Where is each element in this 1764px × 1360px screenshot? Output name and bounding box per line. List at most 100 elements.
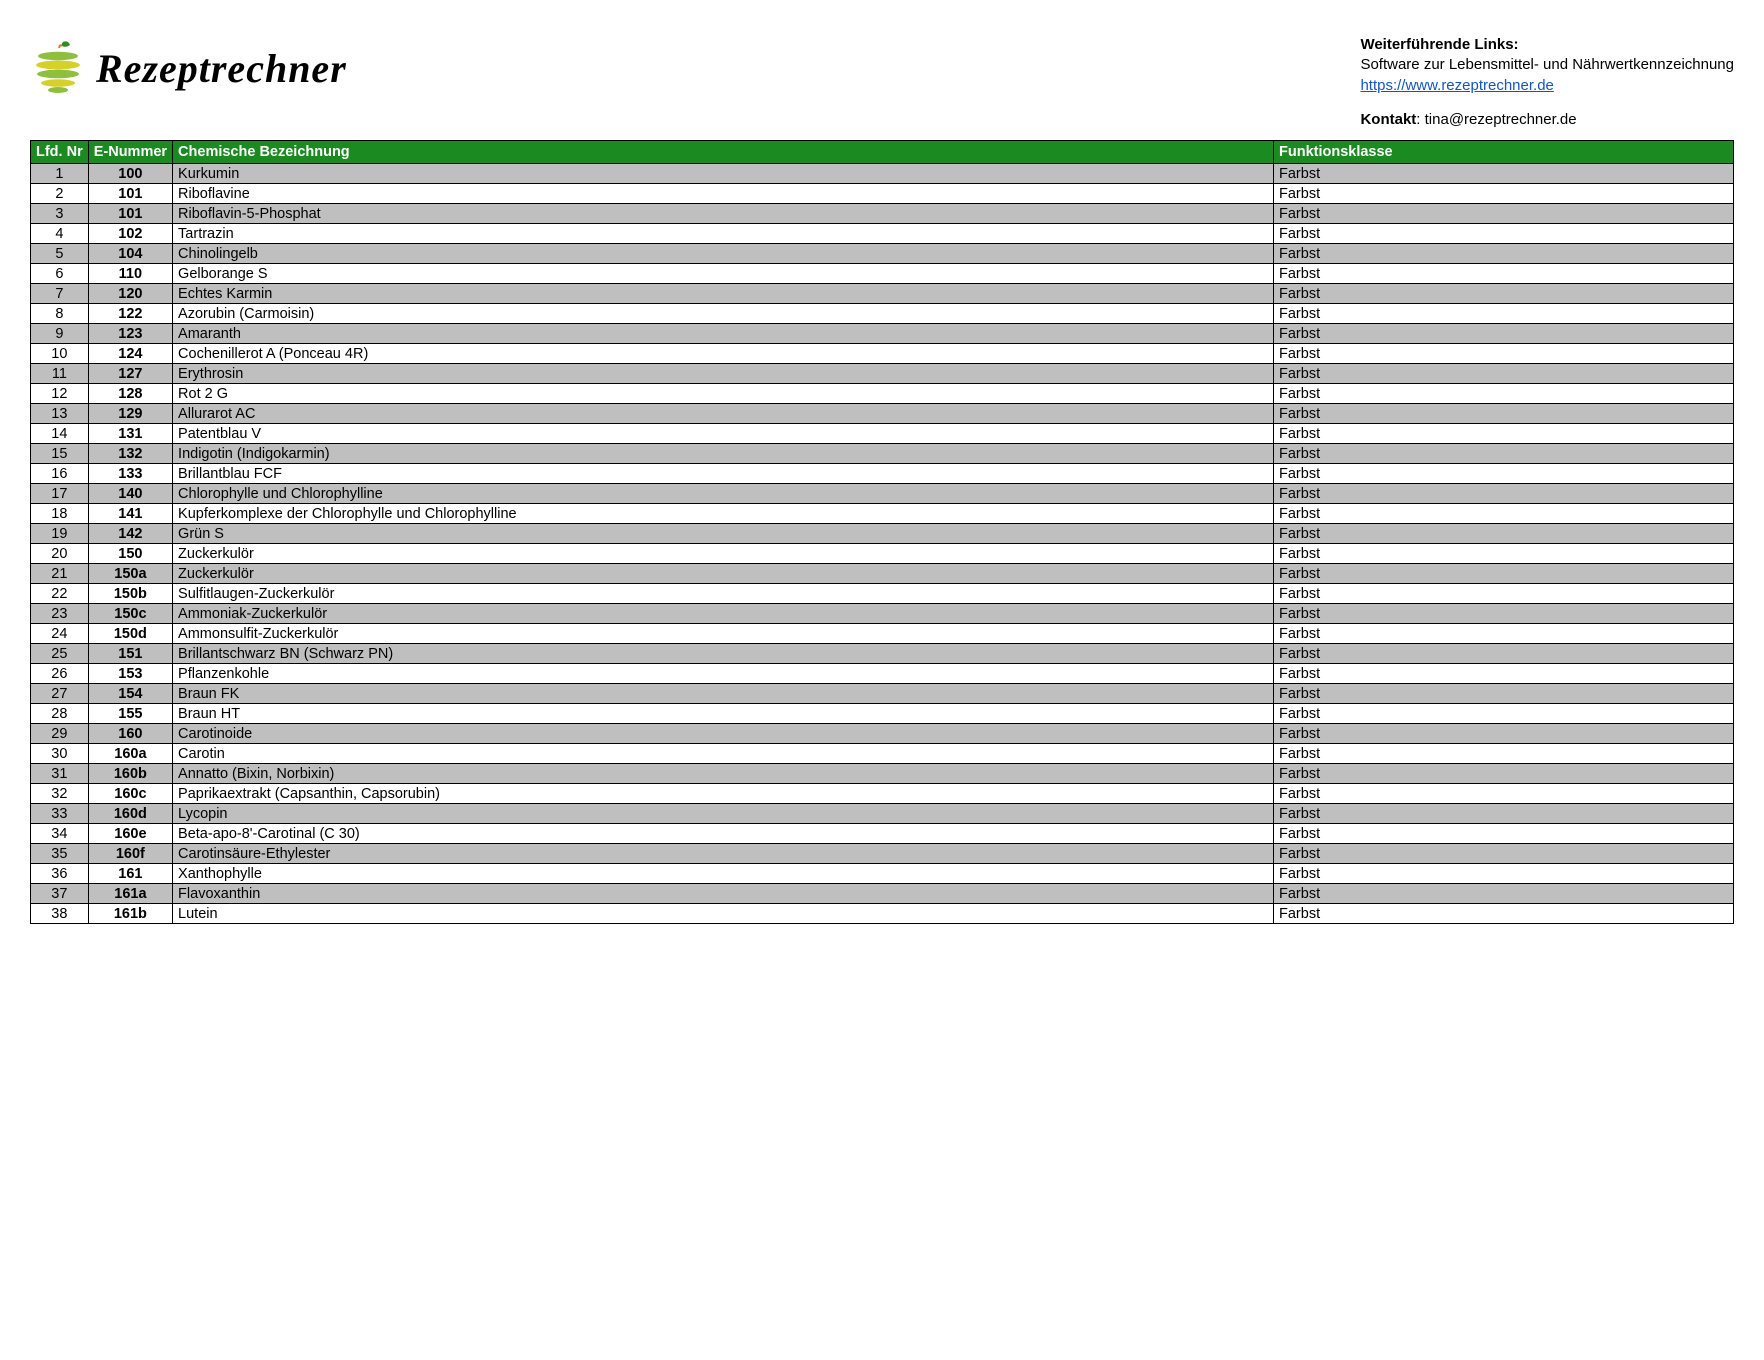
table-row: 38161bLuteinFarbst (31, 904, 1734, 924)
page-header: Rezeptrechner Weiterführende Links: Soft… (30, 30, 1734, 130)
cell-funk: Farbst (1274, 484, 1734, 504)
cell-funk: Farbst (1274, 584, 1734, 604)
cell-funk: Farbst (1274, 304, 1734, 324)
cell-lfd: 18 (31, 504, 89, 524)
rezeptrechner-link[interactable]: https://www.rezeptrechner.de (1360, 77, 1553, 94)
col-header-lfd: Lfd. Nr (31, 141, 89, 164)
cell-chem: Cochenillerot A (Ponceau 4R) (173, 344, 1274, 364)
cell-enummer: 154 (88, 684, 172, 704)
cell-chem: Kupferkomplexe der Chlorophylle und Chlo… (173, 504, 1274, 524)
cell-funk: Farbst (1274, 704, 1734, 724)
cell-enummer: 123 (88, 324, 172, 344)
cell-enummer: 102 (88, 224, 172, 244)
table-row: 13129Allurarot ACFarbst (31, 404, 1734, 424)
table-row: 19142Grün SFarbst (31, 524, 1734, 544)
cell-lfd: 22 (31, 584, 89, 604)
table-row: 27154Braun FKFarbst (31, 684, 1734, 704)
cell-lfd: 11 (31, 364, 89, 384)
apple-logo-icon (30, 40, 86, 96)
table-row: 5104ChinolingelbFarbst (31, 244, 1734, 264)
cell-lfd: 4 (31, 224, 89, 244)
cell-funk: Farbst (1274, 684, 1734, 704)
cell-enummer: 151 (88, 644, 172, 664)
cell-chem: Brillantschwarz BN (Schwarz PN) (173, 644, 1274, 664)
cell-chem: Lycopin (173, 804, 1274, 824)
cell-funk: Farbst (1274, 884, 1734, 904)
cell-lfd: 23 (31, 604, 89, 624)
cell-funk: Farbst (1274, 624, 1734, 644)
table-row: 8122Azorubin (Carmoisin)Farbst (31, 304, 1734, 324)
table-row: 16133Brillantblau FCFFarbst (31, 464, 1734, 484)
cell-lfd: 1 (31, 164, 89, 184)
cell-enummer: 104 (88, 244, 172, 264)
cell-chem: Patentblau V (173, 424, 1274, 444)
cell-funk: Farbst (1274, 424, 1734, 444)
table-row: 31160bAnnatto (Bixin, Norbixin)Farbst (31, 764, 1734, 784)
cell-lfd: 14 (31, 424, 89, 444)
cell-chem: Xanthophylle (173, 864, 1274, 884)
cell-enummer: 141 (88, 504, 172, 524)
cell-lfd: 24 (31, 624, 89, 644)
table-row: 24150dAmmonsulfit-ZuckerkulörFarbst (31, 624, 1734, 644)
table-row: 1100KurkuminFarbst (31, 164, 1734, 184)
cell-funk: Farbst (1274, 244, 1734, 264)
cell-funk: Farbst (1274, 504, 1734, 524)
table-row: 3101Riboflavin-5-PhosphatFarbst (31, 204, 1734, 224)
table-row: 15132Indigotin (Indigokarmin)Farbst (31, 444, 1734, 464)
cell-lfd: 16 (31, 464, 89, 484)
table-row: 18141Kupferkomplexe der Chlorophylle und… (31, 504, 1734, 524)
table-row: 33160dLycopinFarbst (31, 804, 1734, 824)
cell-enummer: 129 (88, 404, 172, 424)
table-row: 11127ErythrosinFarbst (31, 364, 1734, 384)
col-header-funk: Funktionsklasse (1274, 141, 1734, 164)
table-row: 22150bSulfitlaugen-ZuckerkulörFarbst (31, 584, 1734, 604)
table-row: 28155Braun HTFarbst (31, 704, 1734, 724)
cell-chem: Indigotin (Indigokarmin) (173, 444, 1274, 464)
cell-funk: Farbst (1274, 204, 1734, 224)
cell-chem: Amaranth (173, 324, 1274, 344)
cell-funk: Farbst (1274, 804, 1734, 824)
cell-funk: Farbst (1274, 564, 1734, 584)
cell-lfd: 26 (31, 664, 89, 684)
table-row: 36161XanthophylleFarbst (31, 864, 1734, 884)
cell-chem: Pflanzenkohle (173, 664, 1274, 684)
cell-lfd: 8 (31, 304, 89, 324)
cell-funk: Farbst (1274, 184, 1734, 204)
cell-lfd: 6 (31, 264, 89, 284)
cell-lfd: 12 (31, 384, 89, 404)
cell-lfd: 21 (31, 564, 89, 584)
cell-enummer: 153 (88, 664, 172, 684)
links-heading: Weiterführende Links: (1360, 35, 1734, 55)
col-header-chem: Chemische Bezeichnung (173, 141, 1274, 164)
table-row: 35160fCarotinsäure-EthylesterFarbst (31, 844, 1734, 864)
cell-enummer: 120 (88, 284, 172, 304)
cell-enummer: 122 (88, 304, 172, 324)
cell-enummer: 150d (88, 624, 172, 644)
cell-enummer: 160c (88, 784, 172, 804)
cell-lfd: 13 (31, 404, 89, 424)
cell-enummer: 150c (88, 604, 172, 624)
cell-funk: Farbst (1274, 544, 1734, 564)
cell-chem: Flavoxanthin (173, 884, 1274, 904)
cell-enummer: 150b (88, 584, 172, 604)
cell-enummer: 133 (88, 464, 172, 484)
cell-funk: Farbst (1274, 324, 1734, 344)
cell-chem: Tartrazin (173, 224, 1274, 244)
cell-enummer: 100 (88, 164, 172, 184)
cell-funk: Farbst (1274, 644, 1734, 664)
cell-lfd: 31 (31, 764, 89, 784)
cell-enummer: 160b (88, 764, 172, 784)
table-row: 34160eBeta-apo-8'-Carotinal (C 30)Farbst (31, 824, 1734, 844)
cell-chem: Zuckerkulör (173, 564, 1274, 584)
cell-chem: Ammonsulfit-Zuckerkulör (173, 624, 1274, 644)
cell-lfd: 29 (31, 724, 89, 744)
cell-enummer: 128 (88, 384, 172, 404)
cell-lfd: 10 (31, 344, 89, 364)
cell-lfd: 5 (31, 244, 89, 264)
cell-chem: Kurkumin (173, 164, 1274, 184)
cell-chem: Chinolingelb (173, 244, 1274, 264)
table-row: 2101RiboflavineFarbst (31, 184, 1734, 204)
cell-funk: Farbst (1274, 224, 1734, 244)
cell-enummer: 150 (88, 544, 172, 564)
table-row: 30160aCarotinFarbst (31, 744, 1734, 764)
